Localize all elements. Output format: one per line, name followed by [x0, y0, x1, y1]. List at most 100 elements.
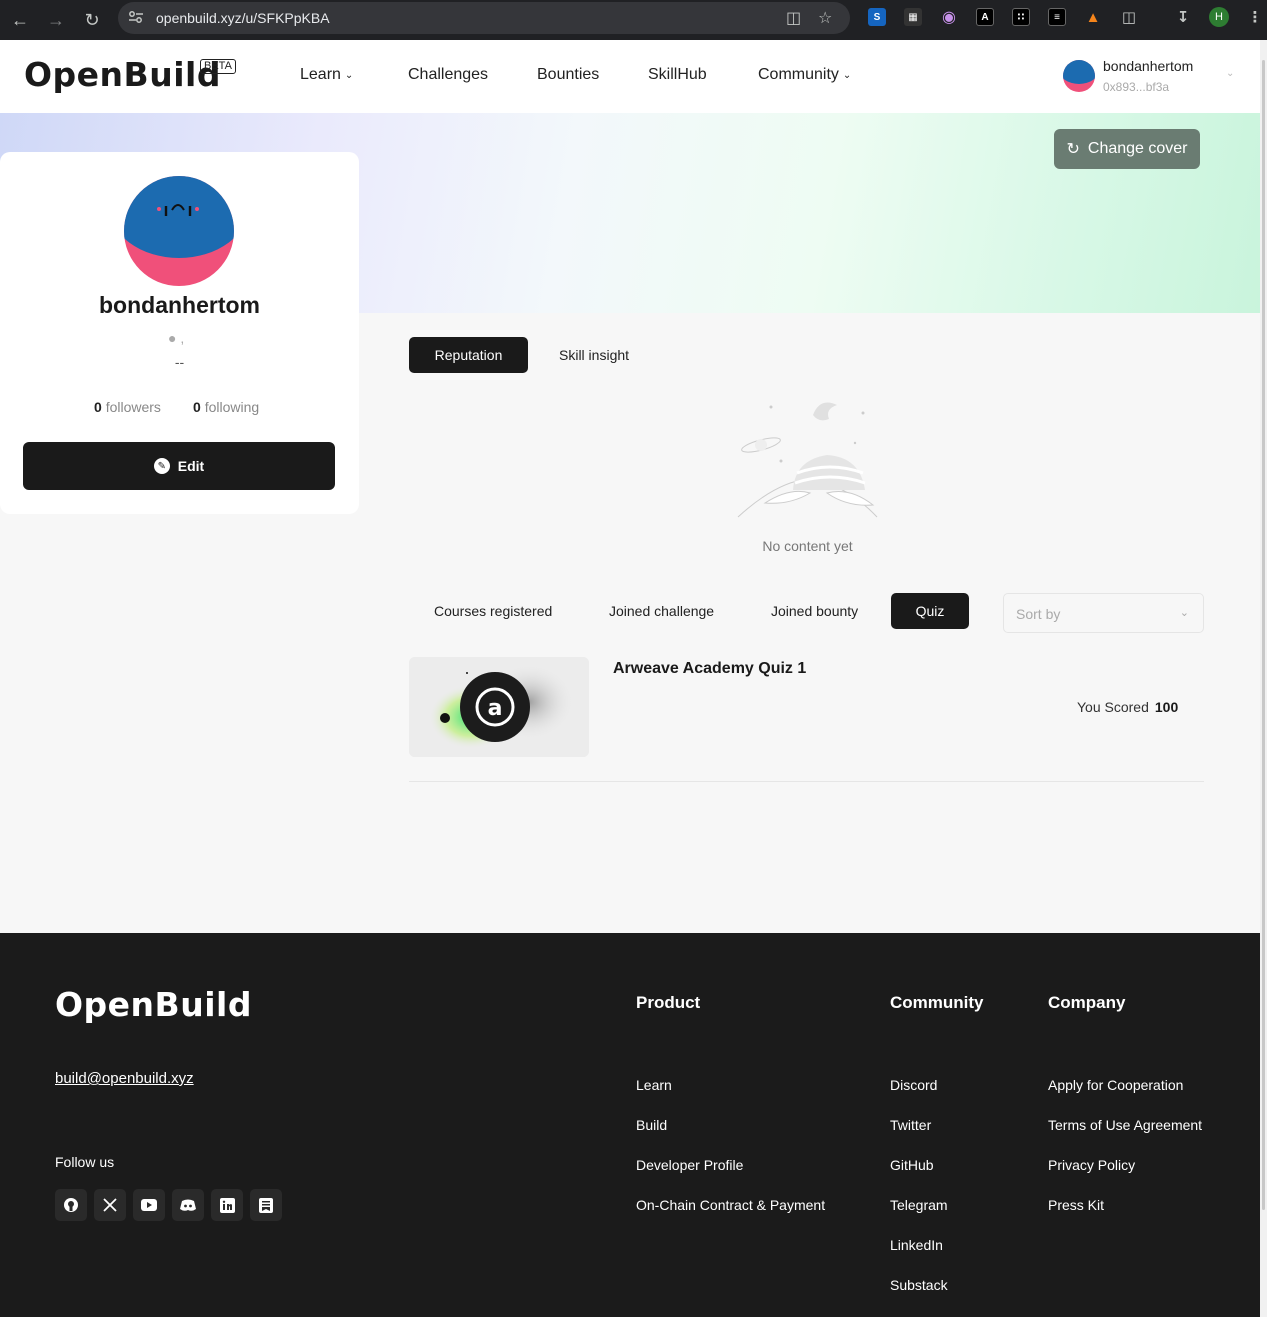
change-cover-label: Change cover	[1087, 140, 1188, 157]
extension-icon-3[interactable]: ◉	[940, 8, 958, 26]
footer-link-linkedin[interactable]: LinkedIn	[890, 1237, 943, 1253]
user-avatar[interactable]	[1063, 60, 1095, 92]
nav-challenges[interactable]: Challenges	[408, 66, 488, 84]
following-count: 0	[193, 399, 201, 415]
empty-illustration	[735, 395, 880, 520]
quiz-score-label: You Scored	[1077, 699, 1149, 715]
browser-profile-avatar[interactable]: H	[1209, 7, 1229, 27]
substack-icon[interactable]	[250, 1189, 282, 1221]
footer-link-build[interactable]: Build	[636, 1117, 667, 1133]
tab-reputation[interactable]: Reputation	[409, 337, 528, 373]
forward-icon[interactable]: →	[44, 8, 68, 32]
footer-link-onchain-contract[interactable]: On-Chain Contract & Payment	[636, 1197, 825, 1213]
followers-link[interactable]: 0 followers	[94, 399, 161, 415]
extension-icon-2[interactable]: ▦	[904, 8, 922, 26]
bookmark-star-icon[interactable]: ☆	[818, 8, 832, 28]
quiz-thumbnail[interactable]: a	[409, 657, 589, 757]
logo-text: OpenBuild	[24, 55, 221, 94]
reload-icon[interactable]: ↻	[80, 8, 104, 32]
page-scrollbar-thumb[interactable]	[1262, 60, 1265, 1210]
change-cover-button[interactable]: ↻ Change cover	[1054, 129, 1200, 169]
discord-icon[interactable]	[172, 1189, 204, 1221]
chevron-down-icon: ⌄	[344, 70, 354, 81]
follow-us-label: Follow us	[55, 1154, 115, 1170]
header-wallet-address: 0x893...bf3a	[1103, 80, 1170, 94]
footer-logo-text: OpenBuild	[55, 985, 252, 1024]
github-icon[interactable]	[55, 1189, 87, 1221]
browser-toolbar: ← → ↻ openbuild.xyz/u/SFKPpKBA ◫ ☆ S ▦ ◉…	[0, 0, 1267, 40]
profile-location-text: ,	[180, 330, 185, 346]
footer-link-apply-cooperation[interactable]: Apply for Cooperation	[1048, 1077, 1183, 1093]
nav-learn[interactable]: Learn ⌄	[300, 66, 353, 84]
tab-skill-insight[interactable]: Skill insight	[559, 347, 629, 363]
footer-link-terms[interactable]: Terms of Use Agreement	[1048, 1117, 1202, 1133]
footer-heading-product: Product	[636, 993, 701, 1012]
user-menu-chevron-icon[interactable]: ⌄	[1226, 68, 1234, 79]
quiz-score-value: 100	[1154, 699, 1179, 715]
linkedin-icon[interactable]	[211, 1189, 243, 1221]
following-label: following	[204, 399, 260, 415]
followers-count: 0	[94, 399, 102, 415]
profile-avatar	[124, 176, 234, 286]
edit-icon: ✎	[153, 458, 170, 474]
beta-badge: BETA	[200, 59, 236, 74]
tab-quiz[interactable]: Quiz	[891, 593, 969, 629]
back-icon[interactable]: ←	[8, 8, 32, 32]
tab-joined-challenge[interactable]: Joined challenge	[609, 603, 714, 619]
footer-link-press-kit[interactable]: Press Kit	[1048, 1197, 1104, 1213]
footer-link-learn[interactable]: Learn	[636, 1077, 672, 1093]
footer-heading-company: Company	[1048, 993, 1126, 1012]
extension-icon-1[interactable]: S	[868, 8, 886, 26]
profile-username: bondanhertom	[99, 292, 260, 318]
browser-menu-icon[interactable]: ⋮	[1246, 8, 1264, 26]
edit-label: Edit	[177, 458, 205, 474]
following-link[interactable]: 0 following	[193, 399, 259, 415]
footer-link-twitter[interactable]: Twitter	[890, 1117, 931, 1133]
footer-link-substack[interactable]: Substack	[890, 1277, 948, 1293]
nav-bounties[interactable]: Bounties	[537, 66, 599, 84]
footer-link-developer-profile[interactable]: Developer Profile	[636, 1157, 743, 1173]
footer-link-privacy[interactable]: Privacy Policy	[1048, 1157, 1135, 1173]
nav-community[interactable]: Community ⌄	[758, 66, 851, 84]
nav-community-label: Community	[758, 66, 839, 83]
svg-text:a: a	[488, 696, 503, 721]
sort-by-placeholder: Sort by	[1016, 606, 1061, 622]
location-pin-icon: ●	[168, 330, 177, 346]
extensions-puzzle-icon[interactable]: ◫	[1120, 8, 1138, 26]
site-header: OpenBuild BETA Learn ⌄ Challenges Bountie…	[0, 40, 1260, 113]
youtube-icon[interactable]	[133, 1189, 165, 1221]
footer-link-telegram[interactable]: Telegram	[890, 1197, 948, 1213]
install-app-icon[interactable]: ◫	[786, 8, 801, 28]
openbuild-logo[interactable]: OpenBuild	[24, 55, 221, 94]
profile-bio: --	[174, 354, 185, 370]
footer-email-link[interactable]: build@openbuild.xyz	[55, 1070, 194, 1087]
edit-profile-button[interactable]: ✎ Edit	[23, 442, 335, 490]
quiz-title[interactable]: Arweave Academy Quiz 1	[613, 660, 806, 678]
footer-heading-community: Community	[890, 993, 984, 1012]
chevron-down-icon: ⌄	[842, 70, 852, 81]
header-username[interactable]: bondanhertom	[1103, 58, 1193, 74]
url-text[interactable]: openbuild.xyz/u/SFKPpKBA	[156, 10, 330, 26]
refresh-icon: ↻	[1066, 141, 1080, 158]
nav-skillhub[interactable]: SkillHub	[648, 66, 707, 84]
profile-card: bondanhertom ● , -- 0 followers 0 follow…	[0, 152, 359, 514]
footer-logo[interactable]: OpenBuild	[55, 985, 252, 1024]
nav-learn-label: Learn	[300, 66, 341, 83]
profile-location: ● ,	[168, 330, 184, 346]
quiz-score: You Scored 100	[1077, 699, 1178, 715]
address-bar[interactable]: openbuild.xyz/u/SFKPpKBA ◫ ☆	[118, 2, 850, 34]
site-settings-icon[interactable]	[128, 10, 146, 27]
extension-icon-4[interactable]: A	[976, 8, 994, 26]
tab-joined-bounty[interactable]: Joined bounty	[771, 603, 858, 619]
footer-link-discord[interactable]: Discord	[890, 1077, 937, 1093]
sort-by-select[interactable]: Sort by ⌄	[1003, 593, 1204, 633]
metamask-icon[interactable]: ▲	[1084, 8, 1102, 26]
list-divider	[409, 781, 1204, 782]
extension-icon-6[interactable]: ≡	[1048, 8, 1066, 26]
followers-label: followers	[105, 399, 161, 415]
extension-icon-5[interactable]: ∷	[1012, 8, 1030, 26]
tab-courses-registered[interactable]: Courses registered	[434, 603, 552, 619]
x-icon[interactable]	[94, 1189, 126, 1221]
download-icon[interactable]: ↧	[1174, 8, 1192, 26]
footer-link-github[interactable]: GitHub	[890, 1157, 934, 1173]
